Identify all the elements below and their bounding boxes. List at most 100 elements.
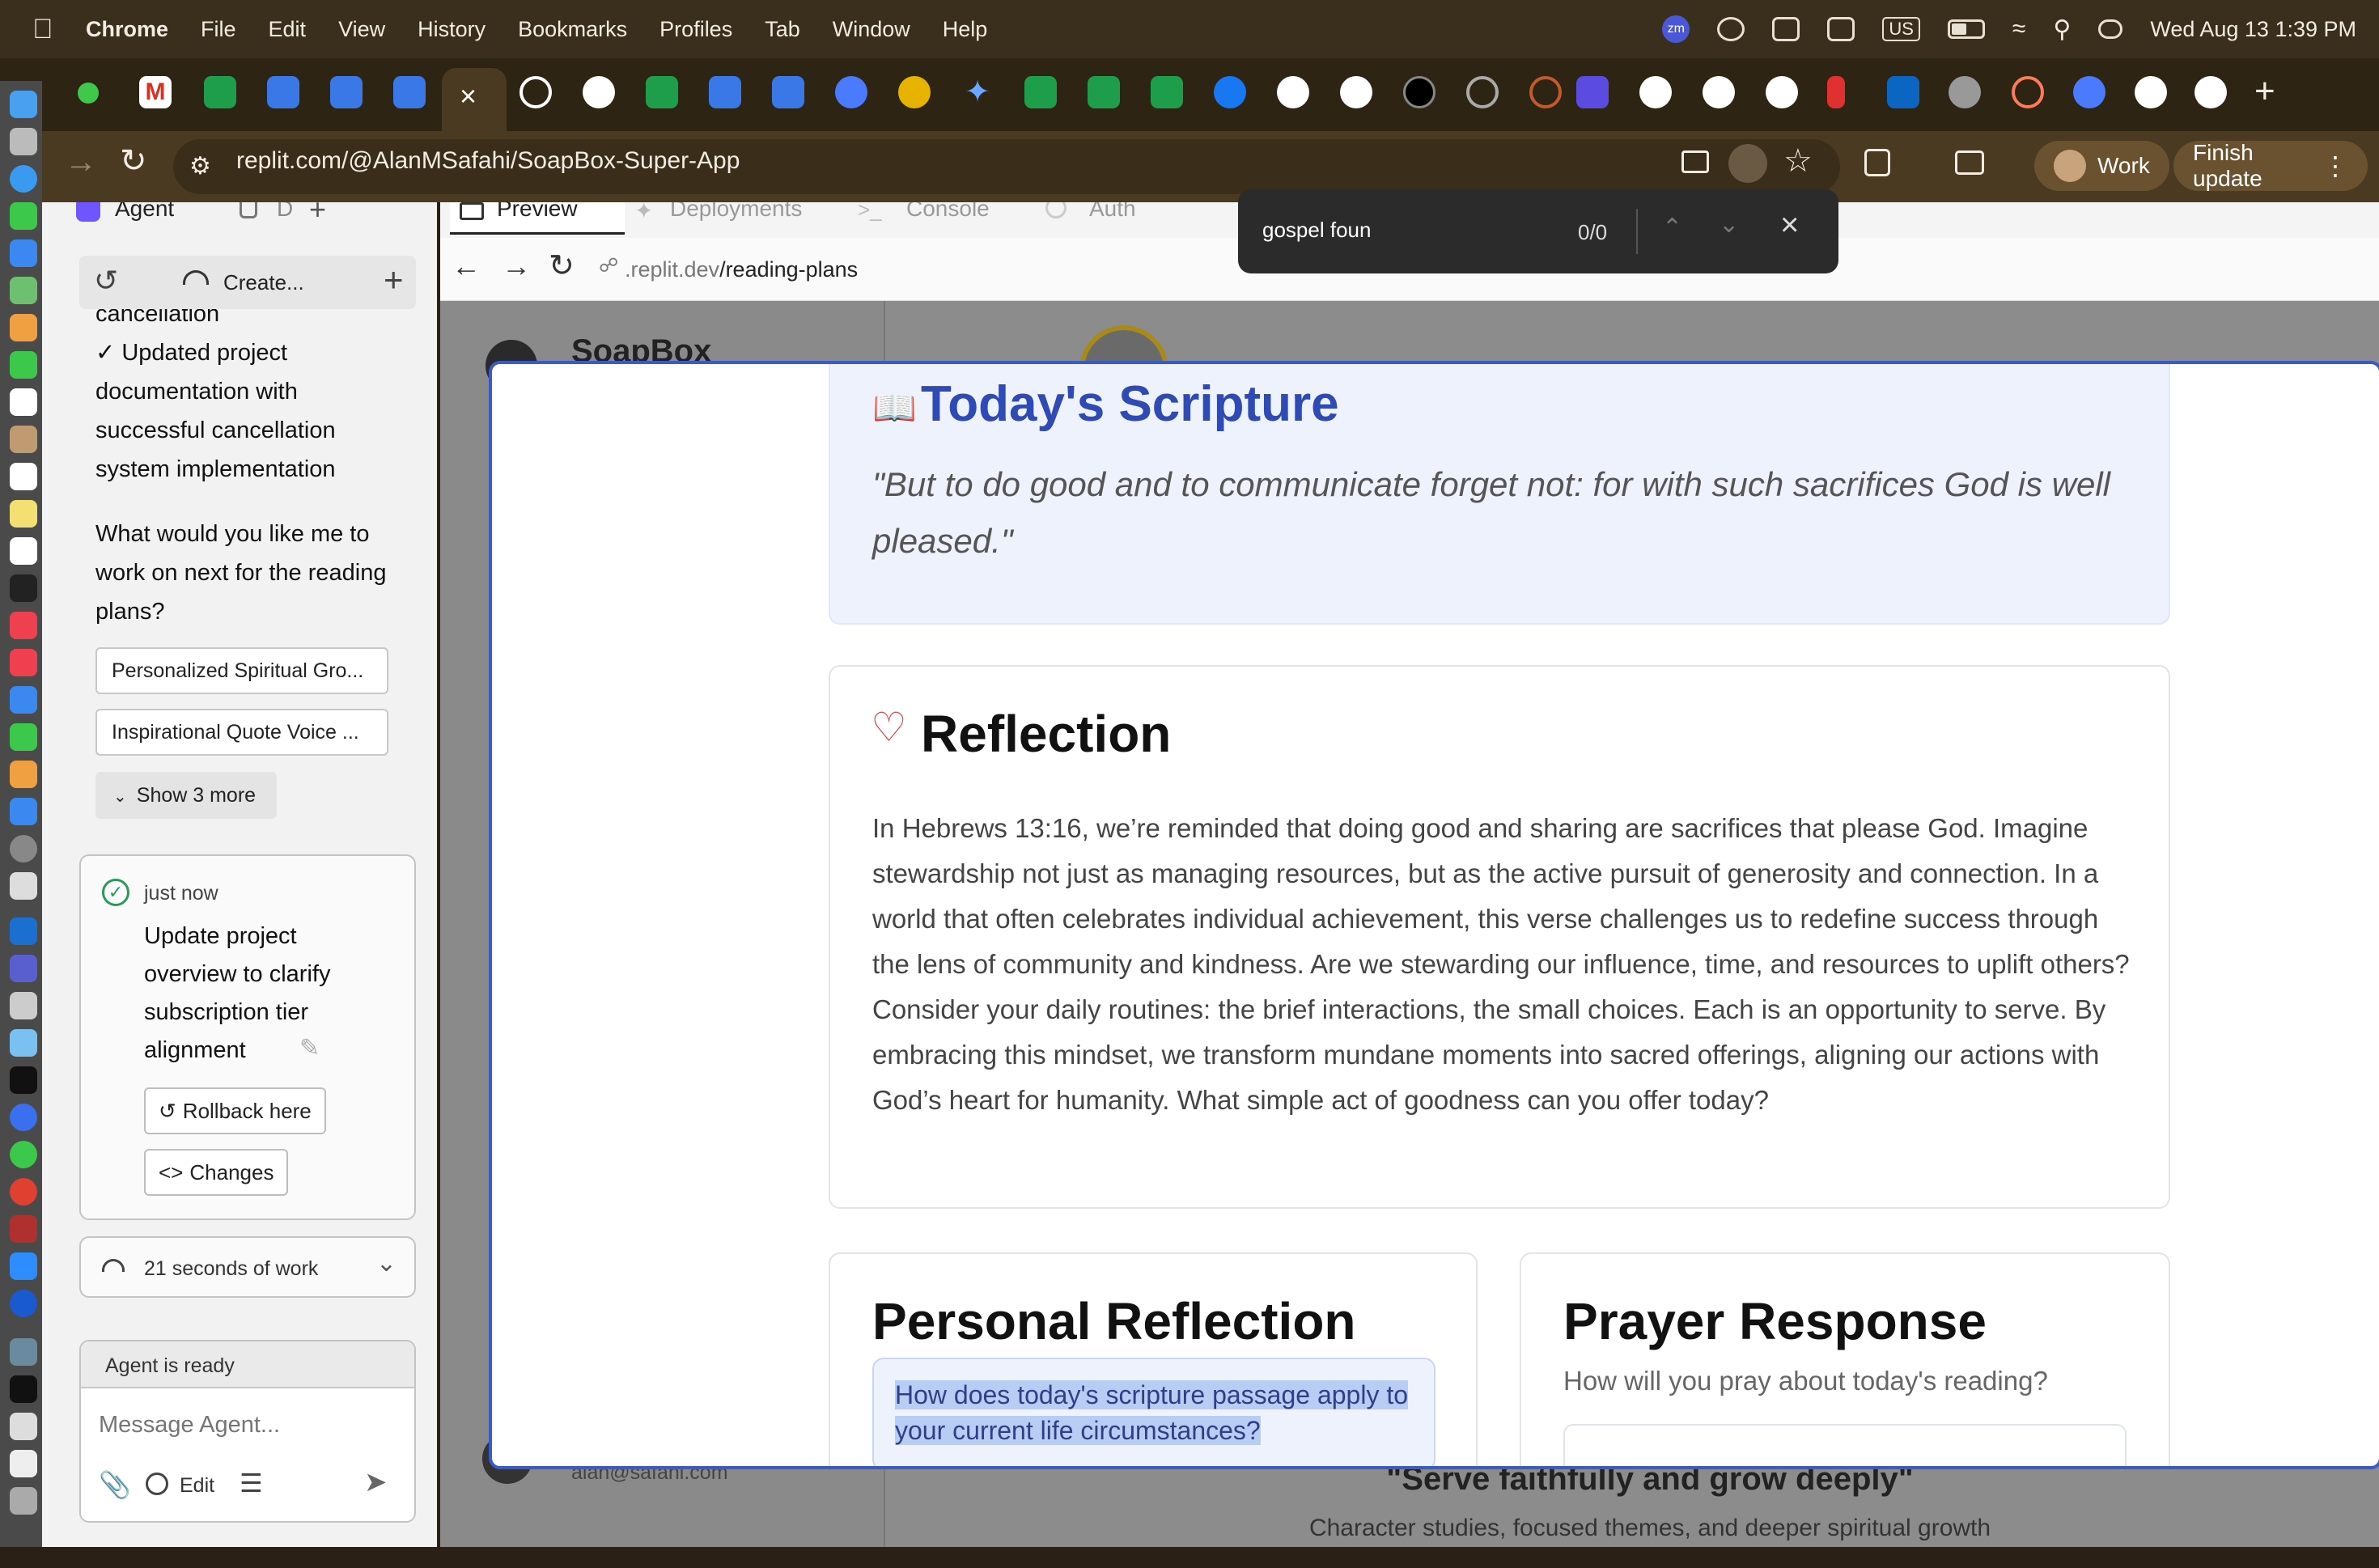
show-more-button[interactable]: ⌄ Show 3 more (95, 772, 277, 819)
screen-sharing-icon[interactable] (10, 1338, 37, 1366)
zoom-app-icon[interactable] (10, 1252, 37, 1280)
tab-x-icon[interactable] (583, 76, 615, 108)
zoom-status-icon[interactable]: zm (1662, 15, 1690, 43)
numbers-icon[interactable] (10, 723, 37, 751)
app-name[interactable]: Chrome (86, 17, 168, 42)
battery-icon[interactable] (1947, 19, 1985, 39)
find-input[interactable] (1262, 212, 1570, 248)
tab-globe-icon[interactable] (2073, 76, 2105, 108)
menu-edit[interactable]: Edit (269, 17, 307, 42)
tab-preview[interactable]: Preview (450, 202, 625, 235)
rollback-button[interactable]: ↺ Rollback here (144, 1087, 326, 1134)
launchpad-icon[interactable] (10, 128, 37, 155)
tab-claude-icon[interactable] (1529, 76, 1562, 108)
preview-url[interactable]: .replit.dev/reading-plans (625, 257, 858, 282)
messages-icon[interactable] (10, 202, 37, 230)
tab-x-icon[interactable] (1403, 76, 1435, 108)
side-panel-icon[interactable] (1955, 150, 1984, 175)
tab-sheets-icon[interactable] (646, 76, 678, 108)
notes-icon[interactable] (10, 500, 37, 528)
tab-sheets-icon[interactable] (1088, 76, 1120, 108)
datetime[interactable]: Wed Aug 13 1:39 PM (2150, 17, 2356, 42)
reload-icon[interactable]: ↻ (549, 248, 575, 284)
prayer-textarea[interactable] (1563, 1424, 2127, 1466)
target-icon[interactable] (146, 1473, 168, 1495)
document-icon[interactable] (10, 1450, 37, 1477)
keyboard-layout[interactable]: US (1882, 17, 1920, 41)
pages-icon[interactable] (10, 761, 37, 788)
tab-docs-icon[interactable] (267, 76, 299, 108)
teams-icon[interactable] (10, 955, 37, 982)
find-previous-icon[interactable]: ⌃ (1662, 214, 1682, 242)
close-icon[interactable]: × (1780, 207, 1799, 244)
tab-auth[interactable]: Auth (1089, 202, 1136, 222)
reminders-icon[interactable] (10, 463, 37, 490)
tab-video-icon[interactable] (1576, 76, 1609, 108)
menu-tab[interactable]: Tab (765, 17, 800, 42)
tab-gmail-icon[interactable]: M (139, 76, 172, 108)
suggestion-button[interactable]: Inspirational Quote Voice ... (95, 709, 388, 756)
tab-linkedin-icon[interactable] (1887, 76, 1919, 108)
send-icon[interactable]: ➤ (364, 1466, 388, 1498)
tab-sheets-icon[interactable] (1024, 76, 1057, 108)
install-app-icon[interactable] (1681, 150, 1709, 173)
mail-icon[interactable] (10, 239, 37, 267)
keynote-icon[interactable] (10, 686, 37, 714)
grammarly-icon[interactable] (1717, 17, 1745, 41)
new-tab-plus-icon[interactable]: + (309, 202, 326, 227)
suggestion-button[interactable]: Personalized Spiritual Gro... (95, 647, 388, 694)
tab-database[interactable]: D (277, 202, 293, 222)
chrome-icon[interactable] (10, 1178, 37, 1206)
more-vert-icon[interactable]: ⋮ (2322, 150, 2348, 181)
iphone-mirroring-icon[interactable] (10, 872, 37, 900)
menu-history[interactable]: History (418, 17, 486, 42)
tab-google-icon[interactable] (1340, 76, 1372, 108)
tab-hubspot-icon[interactable] (2012, 76, 2044, 108)
news-icon[interactable] (10, 649, 37, 676)
bookmark-star-icon[interactable]: ☆ (1783, 142, 1813, 180)
apple-menu-icon[interactable]:  (32, 14, 57, 45)
tab-gemini-icon[interactable]: ✦ (961, 76, 994, 108)
1password-icon[interactable] (10, 1290, 37, 1317)
spotlight-search-icon[interactable]: ⚲ (2053, 15, 2071, 44)
forward-arrow-icon[interactable]: → (502, 249, 531, 283)
safari-icon[interactable] (10, 165, 37, 193)
tab-coin-icon[interactable] (898, 76, 931, 108)
outlook-icon[interactable] (10, 917, 37, 945)
tab-facebook-icon[interactable] (1214, 76, 1246, 108)
tab-github-icon[interactable] (1277, 76, 1309, 108)
tab-agent[interactable]: Agent (115, 202, 174, 222)
message-input[interactable] (99, 1405, 398, 1445)
menu-view[interactable]: View (338, 17, 385, 42)
remote-desktop-icon[interactable] (10, 992, 37, 1019)
profile-button[interactable]: Work (2034, 141, 2169, 191)
back-arrow-icon[interactable]: ← (452, 249, 481, 283)
find-next-icon[interactable]: ⌄ (1719, 210, 1739, 239)
tab-docs-icon[interactable] (772, 76, 804, 108)
menu-window[interactable]: Window (833, 17, 910, 42)
outlook-status-icon[interactable] (1772, 17, 1800, 41)
tab-bookmark-icon[interactable] (1827, 76, 1845, 108)
sliders-icon[interactable]: ☰ (240, 1468, 263, 1498)
preview-app-icon[interactable] (10, 1029, 37, 1057)
tab-google-icon[interactable] (1639, 76, 1672, 108)
reload-icon[interactable]: ↻ (120, 142, 147, 180)
terminal-icon[interactable] (10, 1375, 37, 1403)
close-tab-icon[interactable]: × (460, 79, 477, 113)
tab-sheets-icon[interactable] (1151, 76, 1183, 108)
url-text[interactable]: replit.com/@AlanMSafahi/SoapBox-Super-Ap… (236, 147, 740, 175)
tab-google-icon[interactable] (1766, 76, 1798, 108)
menu-help[interactable]: Help (943, 17, 988, 42)
music-icon[interactable] (10, 612, 37, 639)
find-in-page-icon[interactable] (1728, 144, 1767, 183)
forward-arrow-icon[interactable]: → (65, 144, 97, 180)
edit-pencil-icon[interactable]: ✎ (299, 1034, 320, 1062)
tab-google-icon[interactable] (2195, 76, 2227, 108)
control-center-icon[interactable] (2098, 19, 2123, 39)
menu-bookmarks[interactable]: Bookmarks (518, 17, 627, 42)
app-store-icon[interactable] (10, 798, 37, 825)
tab-openai-icon[interactable] (1466, 76, 1499, 108)
facetime-icon[interactable] (10, 351, 37, 379)
active-tab[interactable]: × (442, 68, 507, 131)
edit-mode-label[interactable]: Edit (180, 1474, 214, 1498)
